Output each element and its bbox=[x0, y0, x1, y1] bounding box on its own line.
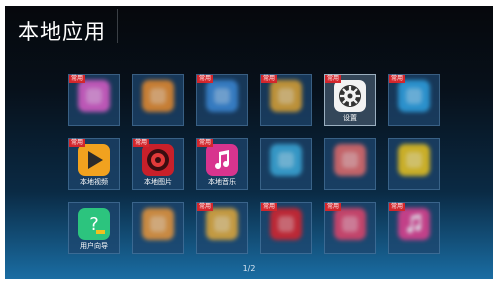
frequent-badge: 常用 bbox=[389, 75, 406, 83]
frequent-badge: 常用 bbox=[261, 203, 278, 211]
orange-circle-app-icon bbox=[142, 208, 174, 240]
app-tile[interactable]: 设置 常用 bbox=[324, 74, 376, 126]
app-tile-label: 本地音乐 bbox=[208, 178, 236, 186]
app-tile[interactable]: 常用 bbox=[260, 202, 312, 254]
settings-gear-icon bbox=[334, 80, 366, 112]
image-flower-icon bbox=[142, 144, 174, 176]
frequent-badge: 常用 bbox=[261, 75, 278, 83]
app-tile[interactable]: 常用 bbox=[388, 74, 440, 126]
frequent-badge: 常用 bbox=[325, 203, 342, 211]
fruit-app-icon bbox=[206, 208, 238, 240]
app-tile-label: 本地图片 bbox=[144, 178, 172, 186]
app-tile[interactable]: 本地音乐 常用 bbox=[196, 138, 248, 190]
app-tile[interactable]: 常用 bbox=[68, 74, 120, 126]
app-tile[interactable] bbox=[260, 138, 312, 190]
app-tile-label: 本地视频 bbox=[80, 178, 108, 186]
play-icon bbox=[78, 144, 110, 176]
page-indicator: 1/2 bbox=[242, 264, 256, 273]
frequent-badge: 常用 bbox=[69, 139, 86, 147]
yellow-chat-icon bbox=[398, 144, 430, 176]
app-tile[interactable]: 本地图片 常用 bbox=[132, 138, 184, 190]
app-tile[interactable]: ? 用户向导 bbox=[68, 202, 120, 254]
app-tile[interactable]: 常用 bbox=[196, 74, 248, 126]
help-question-icon: ? bbox=[78, 208, 110, 240]
game-app-icon bbox=[206, 80, 238, 112]
app-tile[interactable]: 常用 bbox=[324, 202, 376, 254]
cyan-app-icon bbox=[270, 144, 302, 176]
app-tile[interactable]: 常用 bbox=[196, 202, 248, 254]
app-tile[interactable] bbox=[132, 202, 184, 254]
frequent-badge: 常用 bbox=[325, 75, 342, 83]
frequent-badge: 常用 bbox=[69, 75, 86, 83]
red-app-icon bbox=[334, 144, 366, 176]
orange-app-icon bbox=[142, 80, 174, 112]
frequent-badge: 常用 bbox=[197, 75, 214, 83]
app-tile[interactable] bbox=[132, 74, 184, 126]
frequent-badge: 常用 bbox=[389, 203, 406, 211]
app-tile-label: 用户向导 bbox=[80, 242, 108, 250]
app-tile[interactable] bbox=[388, 138, 440, 190]
blue-app-icon bbox=[398, 80, 430, 112]
pink-app-icon bbox=[334, 208, 366, 240]
launcher-screen: 本地应用 常用 常用 常用 设置 常用 常用 本地视频 常用 本地图片 常用 本地音乐 常用? 用户向导… bbox=[5, 6, 493, 279]
red-logo-app-icon bbox=[270, 208, 302, 240]
colorful-app-icon bbox=[270, 80, 302, 112]
frequent-badge: 常用 bbox=[197, 139, 214, 147]
pink-music-icon bbox=[398, 208, 430, 240]
frequent-badge: 常用 bbox=[133, 139, 150, 147]
app-tile-label: 设置 bbox=[343, 114, 357, 122]
pink-cartoon-app-icon bbox=[78, 80, 110, 112]
frequent-badge: 常用 bbox=[197, 203, 214, 211]
app-tile[interactable]: 常用 bbox=[388, 202, 440, 254]
app-tile[interactable] bbox=[324, 138, 376, 190]
app-tile[interactable]: 本地视频 常用 bbox=[68, 138, 120, 190]
app-grid: 常用 常用 常用 设置 常用 常用 本地视频 常用 本地图片 常用 本地音乐 常用? 用户向导 常用 常用常… bbox=[5, 6, 493, 279]
music-note-icon bbox=[206, 144, 238, 176]
app-tile[interactable]: 常用 bbox=[260, 74, 312, 126]
